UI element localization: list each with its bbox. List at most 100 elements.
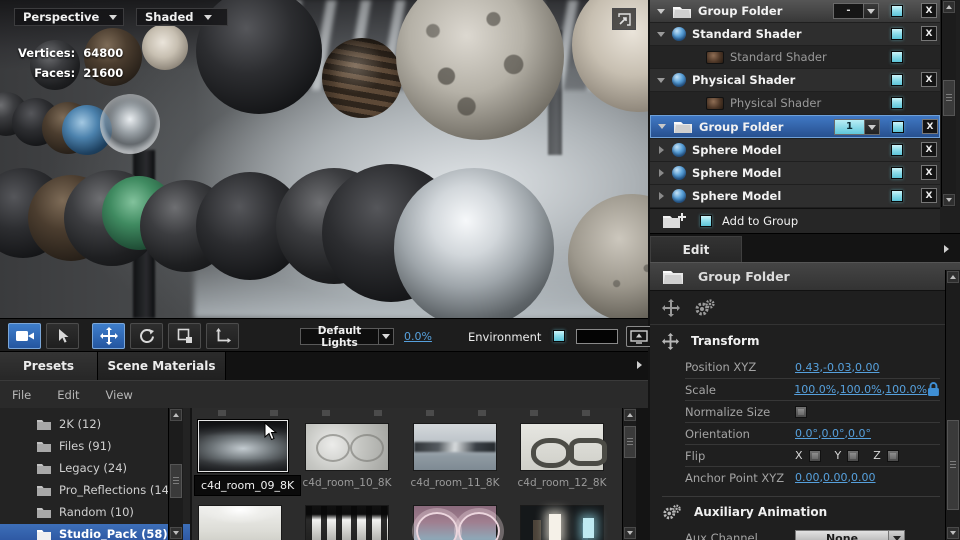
background-color-swatch[interactable] (576, 329, 618, 344)
scroll-up-icon[interactable] (943, 1, 955, 13)
folder-item-random[interactable]: Random (10) (0, 502, 190, 522)
visibility-checkbox[interactable] (891, 51, 903, 63)
position-y-value[interactable]: -0.03 (823, 361, 851, 374)
flip-x-checkbox[interactable] (808, 449, 821, 462)
tree-row-physical-shader[interactable]: Physical Shader X (650, 69, 940, 91)
delete-button[interactable]: X (921, 72, 937, 87)
collapse-icon[interactable] (650, 77, 672, 83)
visibility-checkbox[interactable] (891, 144, 903, 156)
tree-row-physical-shader-material[interactable]: Physical Shader (650, 92, 940, 114)
material-sphere[interactable] (100, 94, 160, 154)
visibility-checkbox[interactable] (892, 121, 904, 133)
scrollbar-thumb[interactable] (943, 80, 955, 116)
tab-next-icon[interactable] (936, 240, 956, 258)
delete-button[interactable]: X (921, 165, 937, 180)
collapse-icon[interactable] (650, 31, 672, 37)
scale-z-value[interactable]: 100.0% (885, 383, 927, 396)
folder-item-studio-pack[interactable]: Studio_Pack (58) (0, 524, 190, 540)
position-z-value[interactable]: 0.00 (855, 361, 880, 374)
lights-dropdown[interactable]: Default Lights (300, 325, 394, 349)
collapse-icon[interactable] (650, 8, 672, 14)
visibility-checkbox[interactable] (891, 74, 903, 86)
thumbnail-row2-2[interactable] (305, 505, 389, 540)
render-view-button[interactable] (626, 326, 652, 347)
folder-item-legacy[interactable]: Legacy (24) (0, 458, 190, 478)
menu-edit[interactable]: Edit (57, 388, 79, 402)
visibility-checkbox[interactable] (891, 28, 903, 40)
tab-overflow-icon[interactable] (637, 361, 642, 369)
expand-viewport-icon[interactable] (612, 8, 636, 30)
lock-icon[interactable] (927, 382, 940, 397)
visibility-checkbox[interactable] (891, 167, 903, 179)
visibility-checkbox[interactable] (891, 190, 903, 202)
light-intensity-value[interactable]: 0.0% (404, 330, 432, 343)
thumbnail-row2-3[interactable] (413, 505, 500, 540)
orientation-x-value[interactable]: 0.0° (795, 427, 818, 440)
camera-tool-button[interactable] (8, 323, 41, 349)
visibility-checkbox[interactable] (891, 5, 903, 17)
scale-y-value[interactable]: 100.0% (840, 383, 882, 396)
scroll-down-icon[interactable] (624, 527, 636, 539)
tree-row-group-folder-selected[interactable]: Group Folder 1 X (650, 115, 940, 138)
material-sphere[interactable] (142, 24, 188, 70)
folder-tree-scrollbar[interactable] (168, 408, 183, 540)
scrollbar-thumb[interactable] (624, 426, 636, 458)
position-x-value[interactable]: 0.43 (795, 361, 820, 374)
thumbnail-c4d-room-12[interactable] (520, 423, 607, 471)
thumbnail-c4d-room-10[interactable] (305, 423, 389, 471)
tree-row-sphere-model-1[interactable]: Sphere Model X (650, 139, 940, 161)
anchor-z-value[interactable]: 0.00 (851, 471, 876, 484)
scale-tool-button[interactable] (168, 323, 201, 349)
gears-icon[interactable] (694, 298, 716, 317)
thumbnail-scrollbar[interactable] (622, 408, 636, 540)
aux-channel-dropdown[interactable]: None (795, 529, 905, 540)
folder-item-pro-reflections[interactable]: Pro_Reflections (14) (0, 480, 190, 500)
orientation-z-value[interactable]: 0.0° (848, 427, 871, 440)
thumbnail-c4d-room-11[interactable] (413, 423, 497, 471)
tree-row-sphere-model-2[interactable]: Sphere Model X (650, 162, 940, 184)
expand-icon[interactable] (650, 192, 672, 200)
tree-row-standard-shader[interactable]: Standard Shader X (650, 23, 940, 45)
material-sphere[interactable] (396, 0, 564, 140)
camera-mode-dropdown[interactable]: Perspective (14, 8, 124, 26)
group-count-dropdown[interactable]: 1 (834, 119, 880, 135)
delete-button[interactable]: X (921, 142, 937, 157)
tree-row-standard-shader-material[interactable]: Standard Shader (650, 46, 940, 68)
material-sphere[interactable] (394, 168, 554, 318)
scrollbar-thumb[interactable] (170, 464, 182, 498)
flip-z-checkbox[interactable] (886, 449, 899, 462)
select-tool-button[interactable] (46, 323, 79, 349)
3d-viewport[interactable]: Perspective Shaded Vertices: 64800 Faces… (0, 0, 648, 318)
delete-button[interactable]: X (922, 119, 938, 134)
expand-icon[interactable] (650, 169, 672, 177)
transform-move-icon[interactable] (662, 298, 680, 317)
tab-scene-materials[interactable]: Scene Materials (98, 352, 226, 380)
move-tool-button[interactable] (92, 323, 125, 349)
scroll-up-icon[interactable] (947, 271, 959, 283)
folder-item-files[interactable]: Files (91) (0, 436, 190, 456)
delete-button[interactable]: X (921, 26, 937, 41)
scroll-up-icon[interactable] (170, 409, 182, 421)
material-sphere[interactable] (322, 38, 402, 118)
orientation-y-value[interactable]: 0.0° (822, 427, 845, 440)
material-sphere[interactable] (572, 0, 648, 112)
shading-mode-dropdown[interactable]: Shaded (136, 8, 228, 26)
menu-view[interactable]: View (106, 388, 133, 402)
rotate-tool-button[interactable] (130, 323, 163, 349)
scale-x-value[interactable]: 100.0% (794, 383, 836, 396)
inspector-scrollbar[interactable] (945, 270, 960, 540)
folder-plus-icon[interactable] (662, 212, 686, 230)
tree-row-group-folder[interactable]: Group Folder - X (650, 0, 940, 22)
scroll-down-icon[interactable] (947, 527, 959, 539)
tree-row-sphere-model-3[interactable]: Sphere Model X (650, 185, 940, 207)
scroll-down-icon[interactable] (943, 194, 955, 206)
visibility-checkbox[interactable] (891, 97, 903, 109)
group-count-dropdown[interactable]: - (833, 3, 879, 19)
add-to-group-checkbox[interactable] (700, 215, 712, 227)
thumbnail-row2-1[interactable] (198, 505, 282, 540)
scroll-up-icon[interactable] (624, 409, 636, 421)
expand-icon[interactable] (650, 146, 672, 154)
flip-y-checkbox[interactable] (847, 449, 860, 462)
tab-presets[interactable]: Presets (0, 352, 98, 380)
anchor-x-value[interactable]: 0.00 (795, 471, 820, 484)
